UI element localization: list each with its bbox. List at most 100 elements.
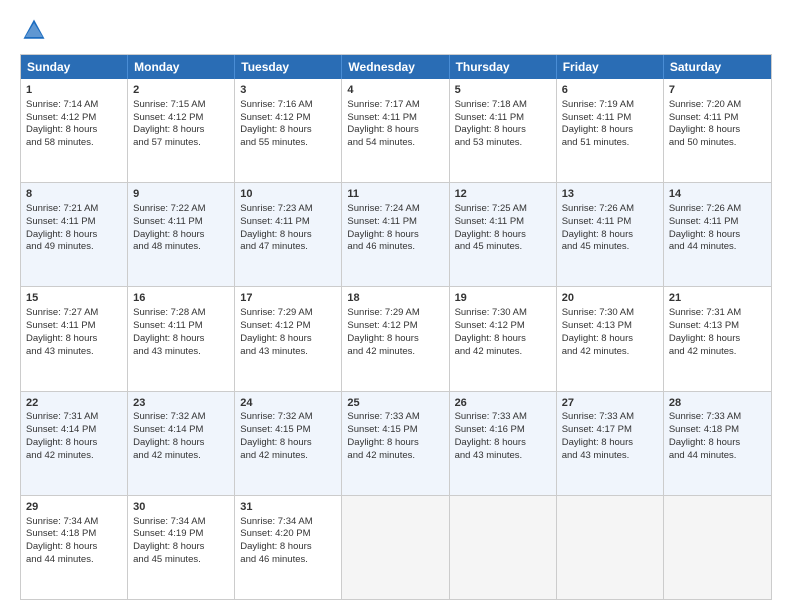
day-info-line: Sunrise: 7:26 AM (562, 203, 658, 216)
day-info-line: Sunrise: 7:28 AM (133, 307, 229, 320)
day-cell-20: 20Sunrise: 7:30 AMSunset: 4:13 PMDayligh… (557, 287, 664, 390)
logo (20, 16, 52, 44)
day-info-line: and 53 minutes. (455, 137, 551, 150)
day-number: 13 (562, 187, 658, 202)
day-info-line: and 43 minutes. (133, 346, 229, 359)
day-cell-16: 16Sunrise: 7:28 AMSunset: 4:11 PMDayligh… (128, 287, 235, 390)
day-info-line: and 54 minutes. (347, 137, 443, 150)
day-cell-21: 21Sunrise: 7:31 AMSunset: 4:13 PMDayligh… (664, 287, 771, 390)
calendar-row-1: 8Sunrise: 7:21 AMSunset: 4:11 PMDaylight… (21, 182, 771, 286)
day-info-line: Sunrise: 7:29 AM (347, 307, 443, 320)
day-info-line: Sunset: 4:13 PM (669, 320, 766, 333)
day-info-line: and 45 minutes. (562, 241, 658, 254)
day-info-line: and 55 minutes. (240, 137, 336, 150)
day-info-line: and 58 minutes. (26, 137, 122, 150)
day-info-line: Sunset: 4:11 PM (133, 216, 229, 229)
day-cell-24: 24Sunrise: 7:32 AMSunset: 4:15 PMDayligh… (235, 392, 342, 495)
day-info-line: and 43 minutes. (240, 346, 336, 359)
day-info-line: Sunrise: 7:34 AM (26, 516, 122, 529)
day-info-line: Sunrise: 7:20 AM (669, 99, 766, 112)
day-number: 3 (240, 83, 336, 98)
day-number: 15 (26, 291, 122, 306)
day-number: 11 (347, 187, 443, 202)
day-info-line: Sunrise: 7:22 AM (133, 203, 229, 216)
day-info-line: and 42 minutes. (347, 346, 443, 359)
day-info-line: Daylight: 8 hours (562, 437, 658, 450)
day-info-line: Daylight: 8 hours (26, 333, 122, 346)
day-info-line: Daylight: 8 hours (347, 437, 443, 450)
day-info-line: Sunrise: 7:34 AM (240, 516, 336, 529)
day-cell-26: 26Sunrise: 7:33 AMSunset: 4:16 PMDayligh… (450, 392, 557, 495)
day-info-line: Sunrise: 7:27 AM (26, 307, 122, 320)
day-info-line: Sunset: 4:14 PM (26, 424, 122, 437)
day-info-line: Sunrise: 7:19 AM (562, 99, 658, 112)
day-number: 26 (455, 396, 551, 411)
day-info-line: Daylight: 8 hours (347, 124, 443, 137)
day-info-line: Sunset: 4:11 PM (562, 112, 658, 125)
day-info-line: Sunset: 4:11 PM (26, 216, 122, 229)
day-info-line: Sunrise: 7:31 AM (669, 307, 766, 320)
day-info-line: and 43 minutes. (455, 450, 551, 463)
day-cell-17: 17Sunrise: 7:29 AMSunset: 4:12 PMDayligh… (235, 287, 342, 390)
day-cell-18: 18Sunrise: 7:29 AMSunset: 4:12 PMDayligh… (342, 287, 449, 390)
day-info-line: Daylight: 8 hours (669, 437, 766, 450)
day-info-line: and 48 minutes. (133, 241, 229, 254)
day-number: 29 (26, 500, 122, 515)
day-number: 5 (455, 83, 551, 98)
day-info-line: Sunset: 4:12 PM (26, 112, 122, 125)
day-cell-29: 29Sunrise: 7:34 AMSunset: 4:18 PMDayligh… (21, 496, 128, 599)
day-info-line: Daylight: 8 hours (26, 229, 122, 242)
day-info-line: Daylight: 8 hours (455, 333, 551, 346)
day-info-line: Sunrise: 7:31 AM (26, 411, 122, 424)
day-info-line: Sunrise: 7:15 AM (133, 99, 229, 112)
day-info-line: Sunset: 4:12 PM (133, 112, 229, 125)
day-info-line: Sunrise: 7:14 AM (26, 99, 122, 112)
day-info-line: and 42 minutes. (562, 346, 658, 359)
day-info-line: and 45 minutes. (133, 554, 229, 567)
day-number: 18 (347, 291, 443, 306)
day-info-line: Daylight: 8 hours (669, 229, 766, 242)
day-number: 23 (133, 396, 229, 411)
day-info-line: Daylight: 8 hours (240, 541, 336, 554)
day-number: 20 (562, 291, 658, 306)
day-info-line: Sunrise: 7:24 AM (347, 203, 443, 216)
day-number: 1 (26, 83, 122, 98)
day-info-line: and 42 minutes. (347, 450, 443, 463)
day-number: 10 (240, 187, 336, 202)
day-info-line: Sunrise: 7:32 AM (240, 411, 336, 424)
day-info-line: and 45 minutes. (455, 241, 551, 254)
day-cell-23: 23Sunrise: 7:32 AMSunset: 4:14 PMDayligh… (128, 392, 235, 495)
empty-cell-4-3 (342, 496, 449, 599)
day-info-line: Sunset: 4:15 PM (240, 424, 336, 437)
day-cell-31: 31Sunrise: 7:34 AMSunset: 4:20 PMDayligh… (235, 496, 342, 599)
header-cell-wednesday: Wednesday (342, 55, 449, 79)
day-info-line: Sunset: 4:11 PM (240, 216, 336, 229)
day-cell-13: 13Sunrise: 7:26 AMSunset: 4:11 PMDayligh… (557, 183, 664, 286)
day-number: 14 (669, 187, 766, 202)
day-info-line: Sunrise: 7:25 AM (455, 203, 551, 216)
day-cell-25: 25Sunrise: 7:33 AMSunset: 4:15 PMDayligh… (342, 392, 449, 495)
day-info-line: Sunset: 4:12 PM (240, 112, 336, 125)
day-number: 12 (455, 187, 551, 202)
day-number: 6 (562, 83, 658, 98)
day-number: 27 (562, 396, 658, 411)
day-info-line: Daylight: 8 hours (26, 124, 122, 137)
day-info-line: and 50 minutes. (669, 137, 766, 150)
day-info-line: Sunrise: 7:23 AM (240, 203, 336, 216)
day-info-line: and 46 minutes. (240, 554, 336, 567)
day-info-line: Sunset: 4:19 PM (133, 528, 229, 541)
day-info-line: Sunset: 4:20 PM (240, 528, 336, 541)
day-info-line: Daylight: 8 hours (669, 124, 766, 137)
header (20, 16, 772, 44)
day-cell-9: 9Sunrise: 7:22 AMSunset: 4:11 PMDaylight… (128, 183, 235, 286)
day-info-line: Daylight: 8 hours (669, 333, 766, 346)
day-info-line: and 43 minutes. (26, 346, 122, 359)
day-info-line: and 47 minutes. (240, 241, 336, 254)
day-number: 28 (669, 396, 766, 411)
day-info-line: and 44 minutes. (26, 554, 122, 567)
day-info-line: Daylight: 8 hours (455, 437, 551, 450)
day-info-line: and 57 minutes. (133, 137, 229, 150)
day-number: 7 (669, 83, 766, 98)
day-info-line: and 42 minutes. (26, 450, 122, 463)
day-info-line: and 42 minutes. (240, 450, 336, 463)
